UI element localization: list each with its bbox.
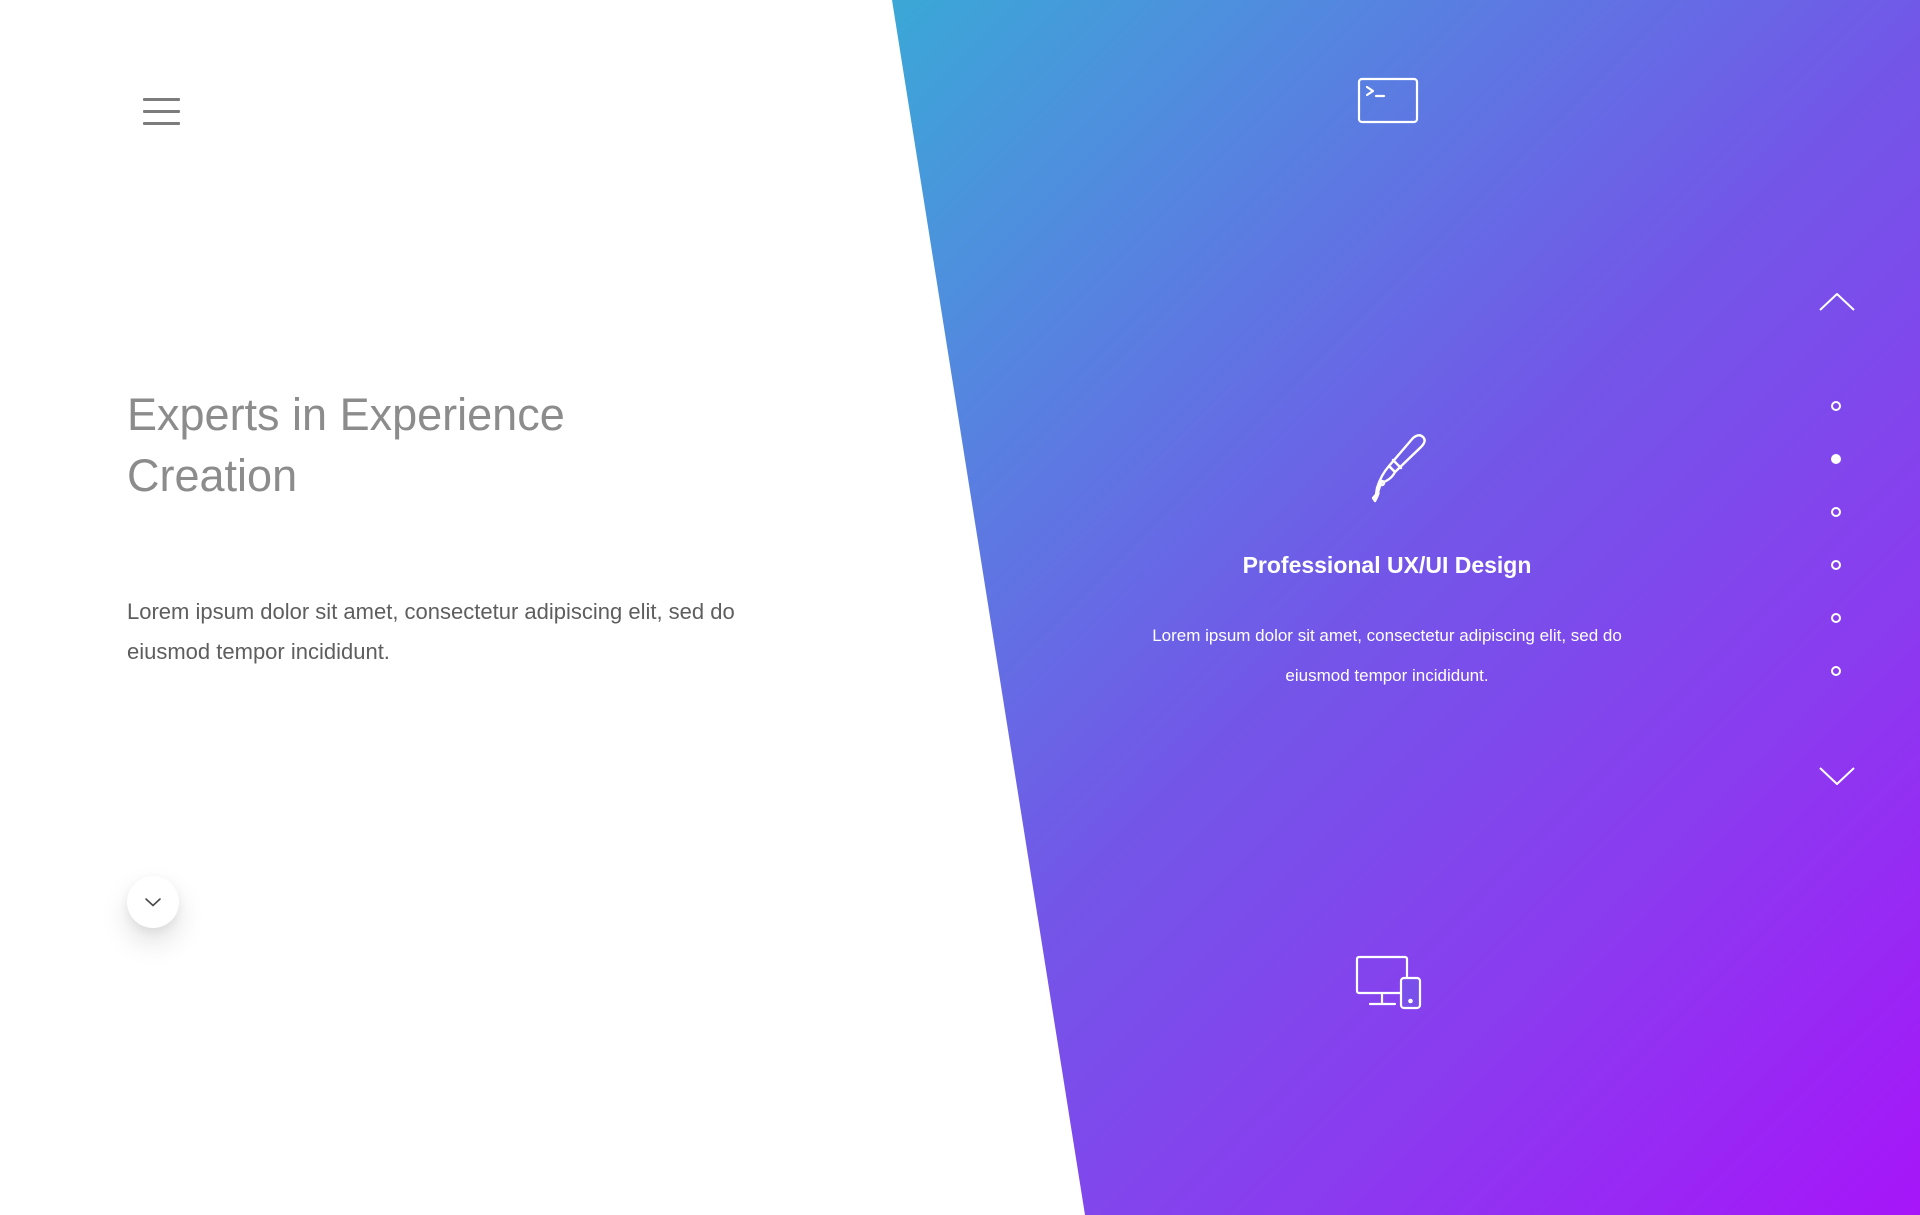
page: Experts in Experience Creation Lorem ips… bbox=[0, 0, 1920, 1215]
slider-dot-6[interactable] bbox=[1831, 666, 1841, 676]
chevron-down-icon bbox=[145, 898, 161, 907]
service-title: Professional UX/UI Design bbox=[1242, 552, 1532, 578]
slider-dot-1[interactable] bbox=[1831, 401, 1841, 411]
service-description-line-2: eiusmod tempor incididunt. bbox=[1285, 666, 1489, 685]
scroll-down-button[interactable] bbox=[127, 876, 179, 928]
chevron-up-icon[interactable] bbox=[1818, 290, 1856, 314]
hero-description-line-1: Lorem ipsum dolor sit amet, consectetur … bbox=[127, 599, 735, 624]
service-description-line-1: Lorem ipsum dolor sit amet, consectetur … bbox=[1152, 626, 1622, 645]
service-description: Lorem ipsum dolor sit amet, consectetur … bbox=[1112, 616, 1662, 696]
hero-title: Experts in Experience Creation bbox=[127, 384, 687, 506]
hero-title-line-2: Creation bbox=[127, 450, 298, 501]
slider-dot-2-active[interactable] bbox=[1831, 454, 1841, 464]
brush-icon bbox=[1371, 434, 1426, 503]
terminal-icon[interactable] bbox=[1357, 77, 1419, 125]
hero-title-line-1: Experts in Experience bbox=[127, 389, 565, 440]
menu-line bbox=[143, 98, 180, 101]
hero-description-line-2: eiusmod tempor incididunt. bbox=[127, 639, 390, 664]
menu-line bbox=[143, 122, 180, 125]
menu-line bbox=[143, 110, 180, 113]
slider-dot-5[interactable] bbox=[1831, 613, 1841, 623]
hamburger-menu-icon[interactable] bbox=[143, 98, 181, 128]
hero-description: Lorem ipsum dolor sit amet, consectetur … bbox=[127, 592, 807, 672]
devices-icon[interactable] bbox=[1355, 955, 1425, 1013]
slider-dot-4[interactable] bbox=[1831, 560, 1841, 570]
slider-dot-3[interactable] bbox=[1831, 507, 1841, 517]
chevron-down-icon[interactable] bbox=[1818, 764, 1856, 788]
